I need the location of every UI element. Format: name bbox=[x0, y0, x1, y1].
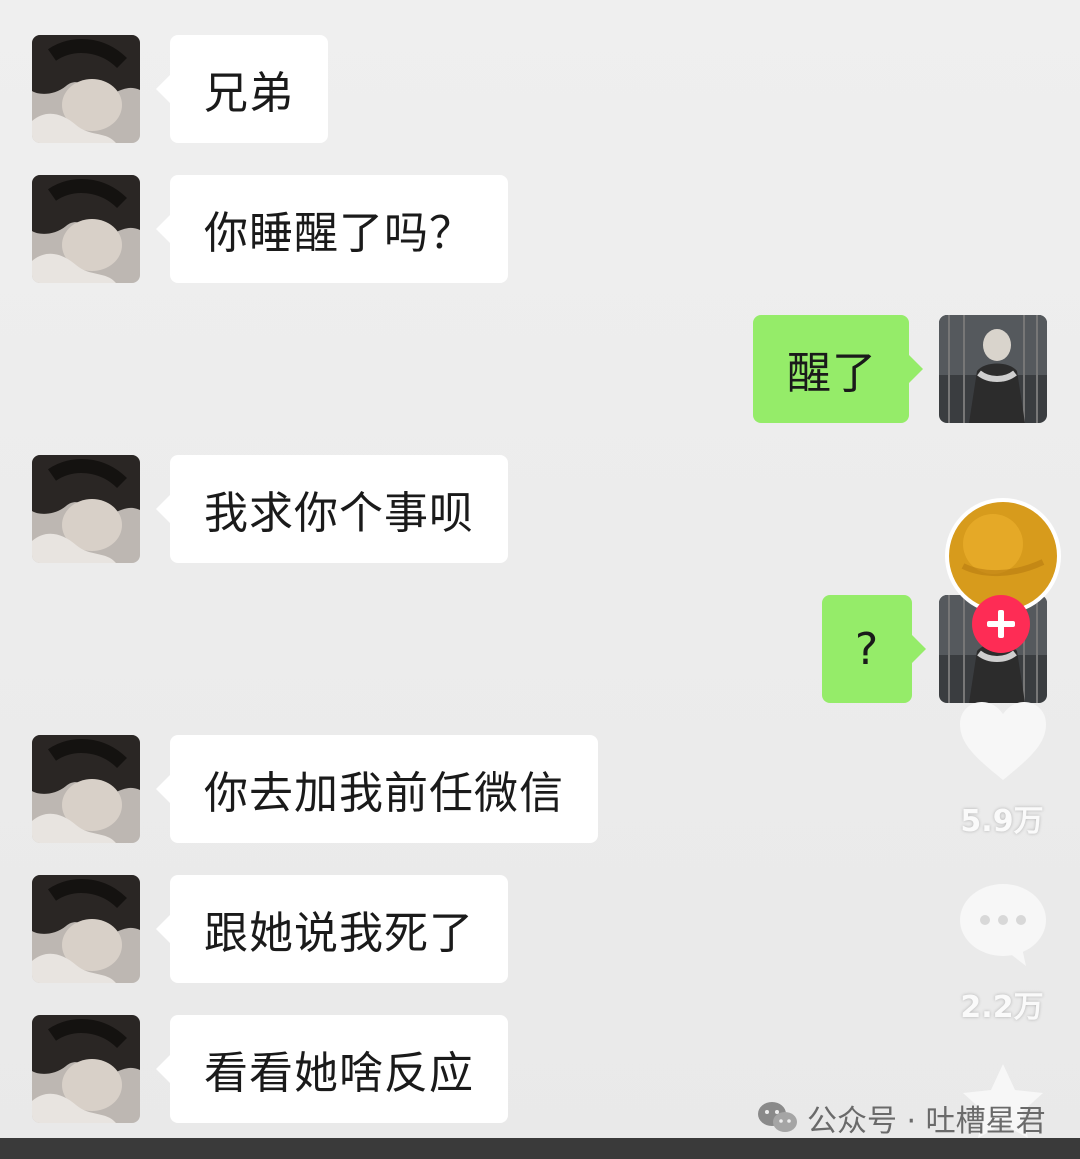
avatar[interactable] bbox=[939, 315, 1047, 423]
chat-screen: { "messages": [ {"side": "left", "text":… bbox=[0, 0, 1080, 1159]
like-count: 5.9万 bbox=[960, 804, 1044, 839]
message-bubble[interactable]: ? bbox=[822, 595, 926, 703]
wechat-icon bbox=[758, 1102, 797, 1132]
avatar[interactable] bbox=[32, 455, 140, 563]
message-row: 我求你个事呗 bbox=[0, 455, 1080, 565]
avatar[interactable] bbox=[32, 1015, 140, 1123]
message-row: 你睡醒了吗？ bbox=[0, 175, 1080, 285]
message-row: 跟她说我死了 bbox=[0, 875, 1080, 985]
bottom-bar bbox=[0, 1138, 1080, 1159]
heart-icon bbox=[960, 702, 1046, 780]
message-bubble[interactable]: 看看她啥反应 bbox=[156, 1015, 508, 1123]
plus-icon bbox=[972, 595, 1030, 653]
avatar[interactable] bbox=[32, 875, 140, 983]
message-row: ? bbox=[0, 595, 1080, 705]
comment-button[interactable] bbox=[958, 882, 1048, 968]
like-button[interactable] bbox=[958, 700, 1048, 782]
comment-icon bbox=[960, 884, 1046, 966]
watermark: 公众号 · 吐槽星君 bbox=[757, 1096, 1046, 1140]
avatar[interactable] bbox=[32, 735, 140, 843]
message-bubble[interactable]: 醒了 bbox=[753, 315, 923, 423]
message-bubble[interactable]: 你去加我前任微信 bbox=[156, 735, 598, 843]
comment-count: 2.2万 bbox=[960, 990, 1044, 1025]
message-row: 醒了 bbox=[0, 315, 1080, 425]
watermark-text: 公众号 · 吐槽星君 bbox=[807, 1104, 1046, 1139]
message-bubble[interactable]: 兄弟 bbox=[156, 35, 328, 143]
follow-button[interactable] bbox=[971, 594, 1031, 654]
message-bubble[interactable]: 你睡醒了吗？ bbox=[156, 175, 508, 283]
avatar[interactable] bbox=[32, 175, 140, 283]
message-row: 你去加我前任微信 bbox=[0, 735, 1080, 845]
message-bubble[interactable]: 跟她说我死了 bbox=[156, 875, 508, 983]
message-bubble[interactable]: 我求你个事呗 bbox=[156, 455, 508, 563]
avatar[interactable] bbox=[32, 35, 140, 143]
message-row: 兄弟 bbox=[0, 35, 1080, 145]
